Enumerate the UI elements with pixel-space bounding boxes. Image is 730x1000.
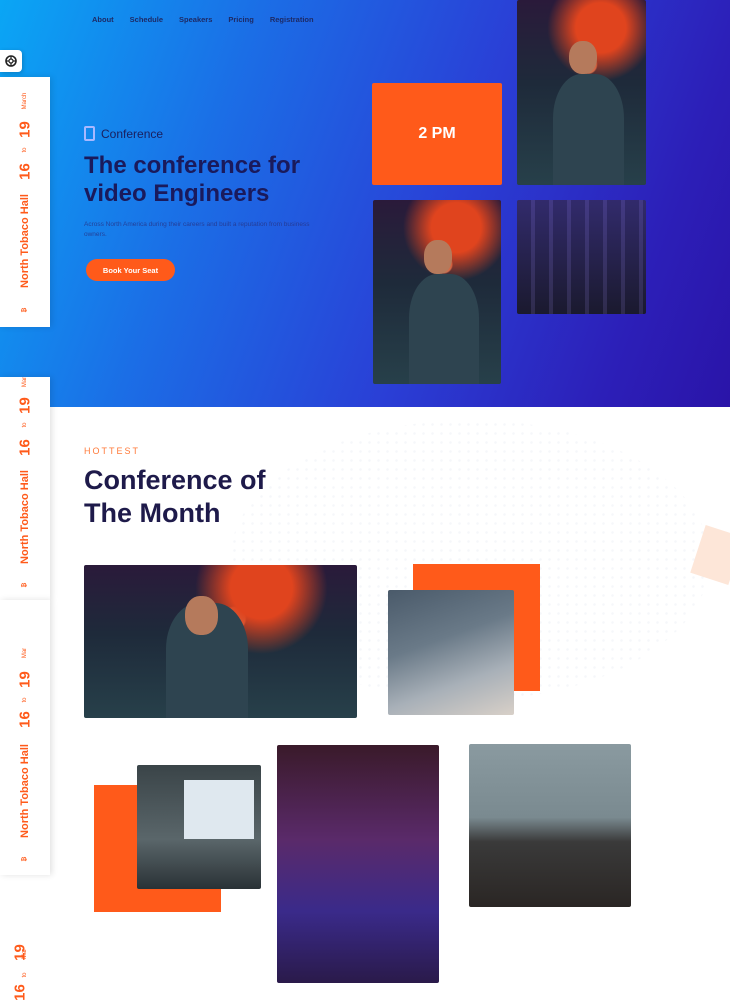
book-seat-button[interactable]: Book Your Seat: [86, 259, 175, 281]
section-title-line1: Conference of: [84, 465, 266, 495]
speaker-photo-2: [373, 200, 501, 384]
sidebar-start-day: 16: [16, 163, 34, 180]
sidebar-start-day: 16: [11, 984, 29, 1000]
gallery-coder-photo[interactable]: [277, 745, 439, 983]
sidebar-to: to: [22, 697, 28, 703]
date-sidebar-4: Mar 19 to 16: [0, 880, 50, 1000]
date-sidebar-2: Mar 19 to 16 North Tobaco Hall ₿: [0, 377, 50, 600]
sidebar-marker: ₿: [22, 307, 28, 313]
gallery-presentation-photo[interactable]: [137, 765, 261, 889]
sidebar-to: to: [22, 422, 28, 428]
sidebar-end-day: 19: [16, 671, 34, 688]
sidebar-venue: North Tobaco Hall: [19, 744, 31, 838]
audience-seats-photo: [517, 200, 646, 314]
sidebar-marker: ₿: [22, 856, 28, 862]
time-label: 2 PM: [418, 125, 456, 142]
top-nav: About Schedule Speakers Pricing Registra…: [92, 15, 314, 24]
sidebar-venue: North Tobaco Hall: [19, 470, 31, 564]
gallery-speaker-photo[interactable]: [84, 565, 357, 718]
sidebar-month: March: [22, 92, 28, 110]
nav-about[interactable]: About: [92, 15, 114, 24]
sidebar-venue: North Tobaco Hall: [19, 194, 31, 288]
section-eyebrow: HOTTEST: [84, 446, 140, 456]
brand-name: Conference: [101, 126, 164, 141]
nav-registration[interactable]: Registration: [270, 15, 314, 24]
sidebar-to: to: [22, 972, 28, 978]
sidebar-end-day: 19: [16, 121, 34, 138]
gallery-meeting-photo[interactable]: [388, 590, 514, 715]
section-title-line2: The Month: [84, 498, 221, 528]
nav-pricing[interactable]: Pricing: [228, 15, 253, 24]
hero-title: The conference for video Engineers: [84, 152, 301, 207]
sidebar-end-day: 19: [11, 944, 29, 961]
page: About Schedule Speakers Pricing Registra…: [0, 0, 730, 1000]
hero-subtitle: Across North America during their career…: [84, 221, 310, 238]
speaker-photo-1: [517, 0, 646, 185]
sidebar-to: to: [22, 147, 28, 153]
date-sidebar-3: Mar 19 to 16 North Tobaco Hall ₿: [0, 600, 50, 875]
brand-logo[interactable]: Conference: [84, 126, 163, 141]
nav-speakers[interactable]: Speakers: [179, 15, 212, 24]
sidebar-end-day: 19: [16, 397, 34, 414]
sidebar-month: Mar: [22, 376, 28, 388]
section-title: Conference of The Month: [84, 464, 266, 530]
sidebar-start-day: 16: [16, 439, 34, 456]
lifebuoy-icon[interactable]: [0, 50, 22, 72]
sidebar-start-day: 16: [16, 711, 34, 728]
nav-schedule[interactable]: Schedule: [130, 15, 163, 24]
sidebar-month: Mar: [22, 647, 28, 659]
time-tile: 2 PM: [372, 83, 502, 185]
hero-section: About Schedule Speakers Pricing Registra…: [0, 0, 730, 407]
sidebar-marker: ₿: [22, 582, 28, 588]
gallery-workshop-photo[interactable]: [469, 744, 631, 907]
tablet-icon: [84, 126, 95, 141]
date-sidebar-1: March 19 to 16 North Tobaco Hall ₿: [0, 77, 50, 327]
